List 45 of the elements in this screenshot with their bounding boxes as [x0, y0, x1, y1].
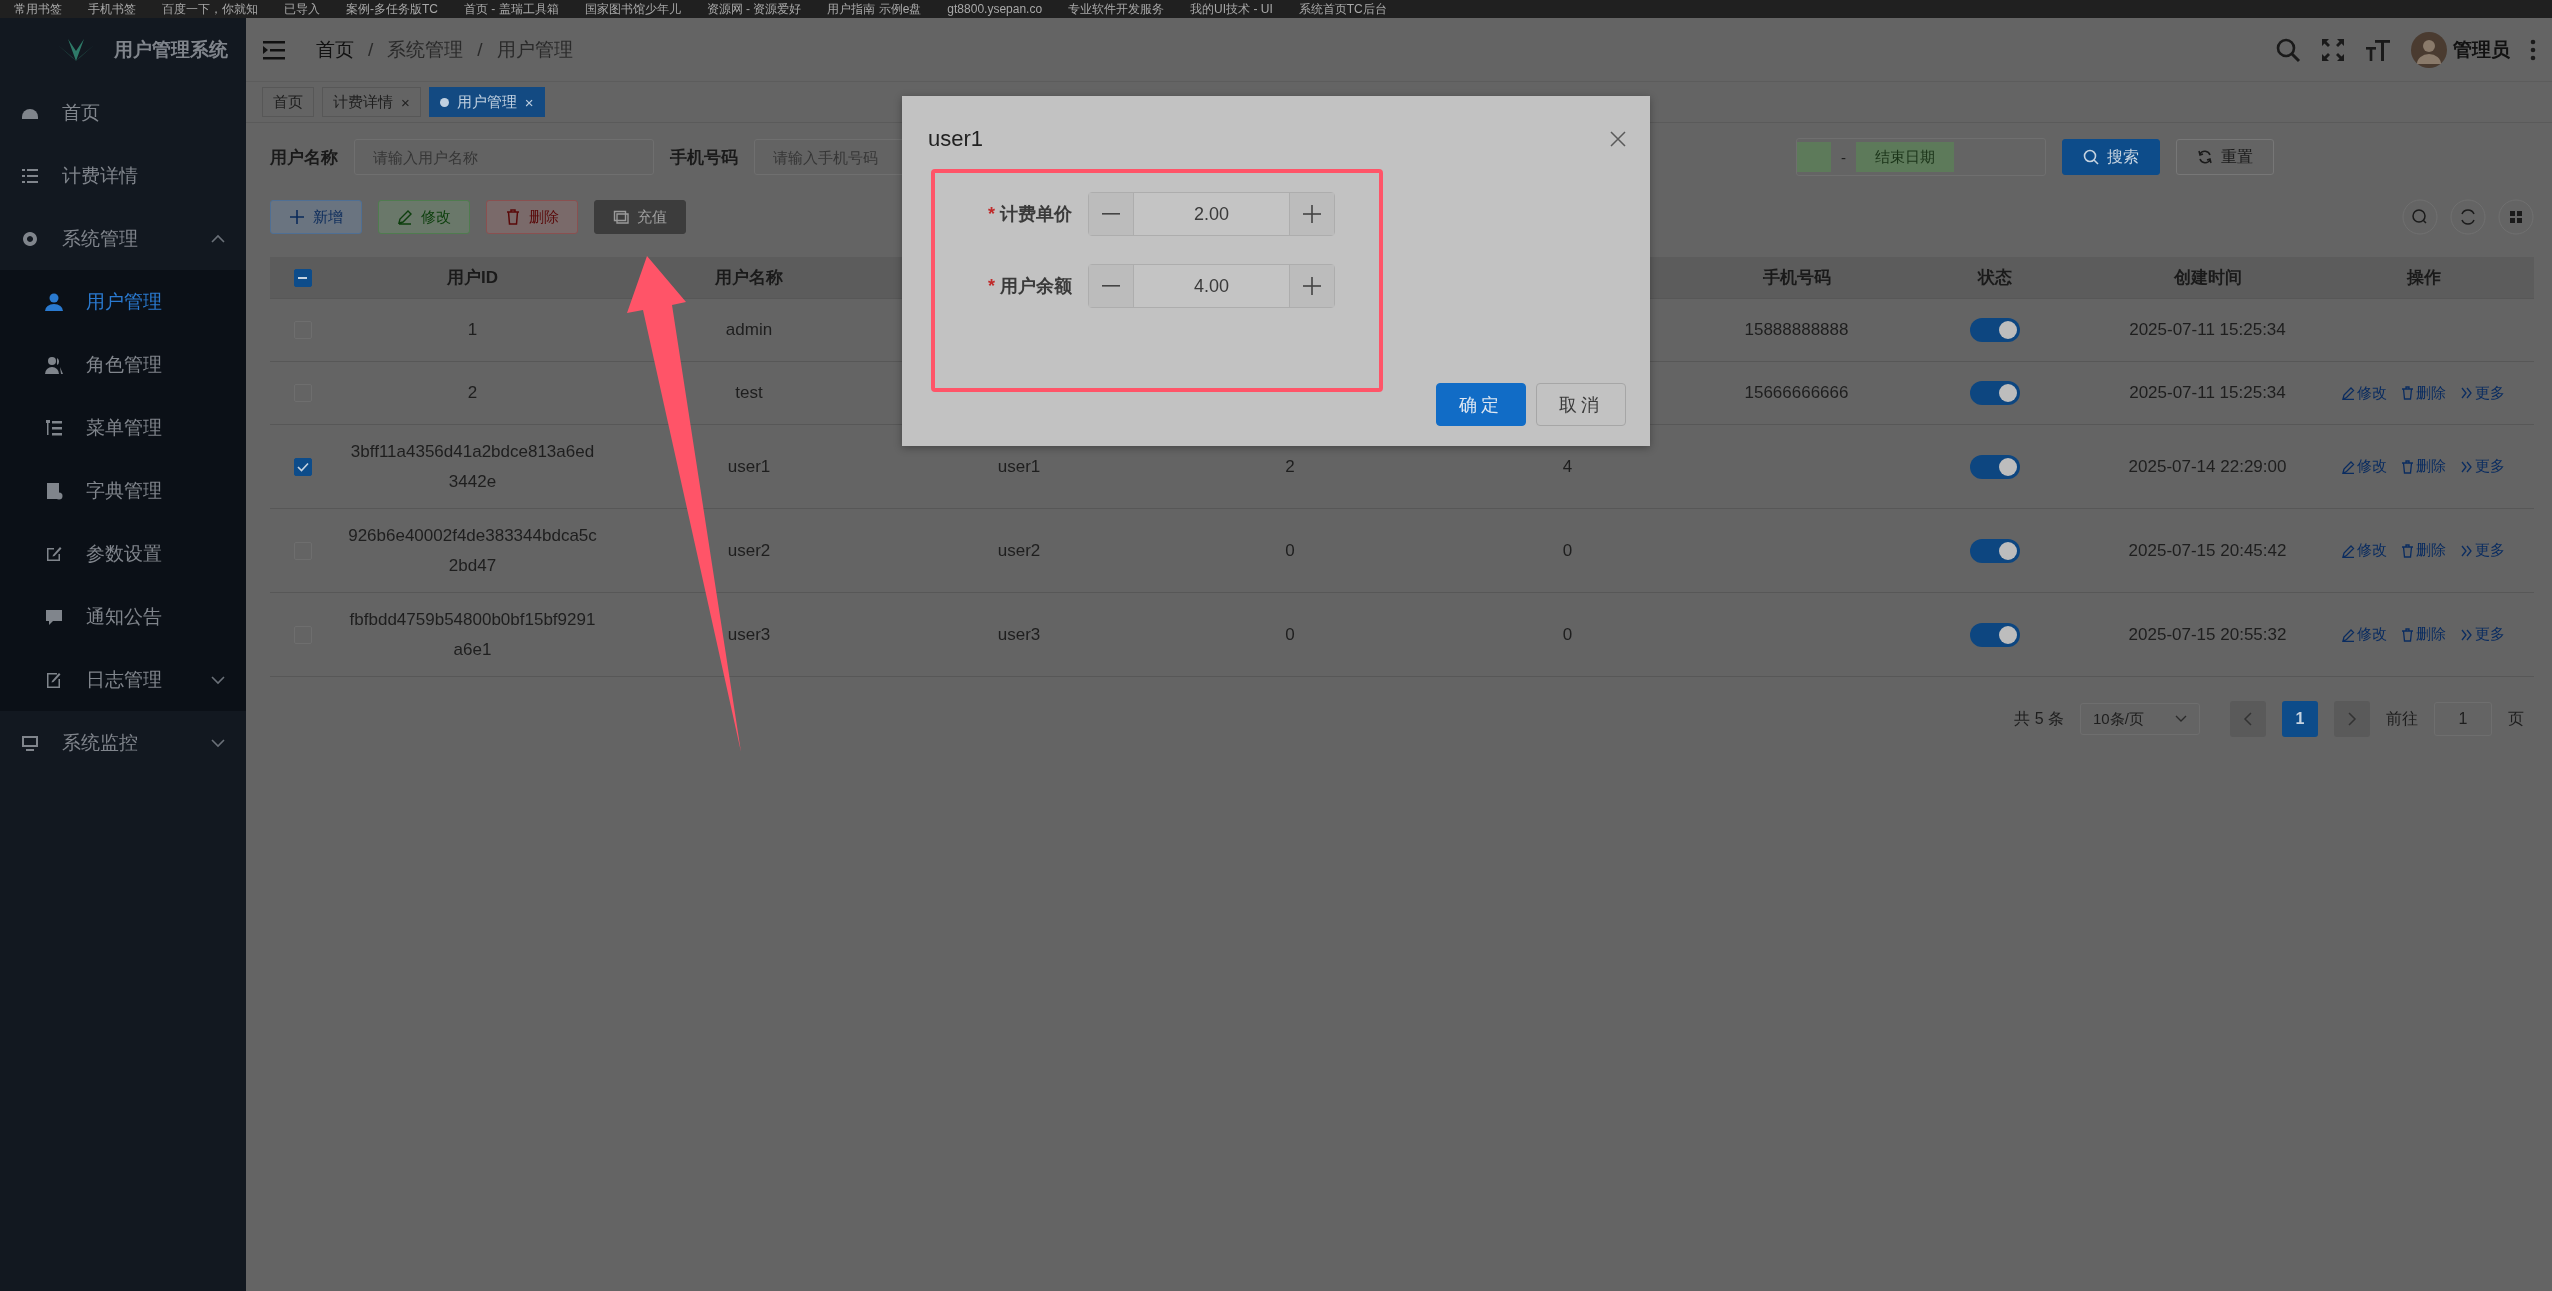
- table-cell: 2025-07-14 22:29:00: [2128, 456, 2287, 477]
- table-cell: 0: [1285, 624, 1295, 645]
- total-count: 共 5 条: [2014, 708, 2064, 729]
- breadcrumb-separator: /: [368, 38, 374, 61]
- table-cell: 2025-07-15 20:55:32: [2128, 624, 2287, 645]
- field-label: * 计费单价: [987, 203, 1072, 226]
- table-cell: user2: [727, 540, 771, 561]
- table-cell: user1: [727, 456, 771, 477]
- column-header: 创建时间: [2173, 267, 2242, 289]
- table-cell-text: 926b6e40002f4de383344bdca5c2bd47: [348, 524, 597, 577]
- table-cell: 0: [1562, 624, 1573, 645]
- table-cell: admin: [725, 320, 773, 340]
- table-cell: 2025-07-11 15:25:34: [2129, 383, 2286, 403]
- table-cell-text: 1: [466, 319, 479, 341]
- column-header: 操作: [2406, 267, 2441, 289]
- goto-label: 前往: [2386, 708, 2418, 729]
- field-label: 手机号码: [670, 146, 738, 169]
- table-cell: 0: [1285, 540, 1295, 561]
- table-cell-text: 2: [466, 382, 479, 404]
- table-cell: test: [735, 383, 763, 403]
- dialog-title: user1: [928, 126, 984, 152]
- table-cell: 15888888888: [1744, 320, 1849, 340]
- app-title: 用户管理系统: [114, 37, 228, 62]
- column-header: 状态: [1978, 267, 2012, 289]
- table-cell: 2: [1285, 456, 1295, 477]
- breadcrumb-separator: /: [477, 38, 483, 61]
- breadcrumb-item: 系统管理: [387, 37, 464, 62]
- table-cell: 2025-07-15 20:45:42: [2128, 540, 2287, 561]
- table-cell: 4: [1562, 456, 1573, 477]
- table-cell-text: fbfbdd4759b54800b0bf15bf9291a6e1: [348, 608, 597, 661]
- table-cell: user3: [997, 624, 1041, 645]
- table-cell-text: 3bff11a4356d41a2bdce813a6ed3442e: [349, 440, 596, 493]
- table-cell: user1: [997, 456, 1041, 477]
- table-cell: 2025-07-11 15:25:34: [2129, 320, 2286, 340]
- field-label: * 用户余额: [987, 275, 1072, 298]
- table-cell: 15666666666: [1744, 383, 1849, 403]
- page-suffix: 页: [2508, 708, 2524, 729]
- field-label: 用户名称: [270, 146, 338, 169]
- table-cell: user3: [727, 624, 771, 645]
- column-header: 手机号码: [1762, 267, 1831, 289]
- table-cell: user2: [997, 540, 1041, 561]
- column-header: 用户ID: [447, 267, 498, 289]
- table-cell: 0: [1562, 540, 1573, 561]
- column-header: 用户名称: [715, 267, 783, 289]
- breadcrumb-item: 用户管理: [496, 37, 573, 62]
